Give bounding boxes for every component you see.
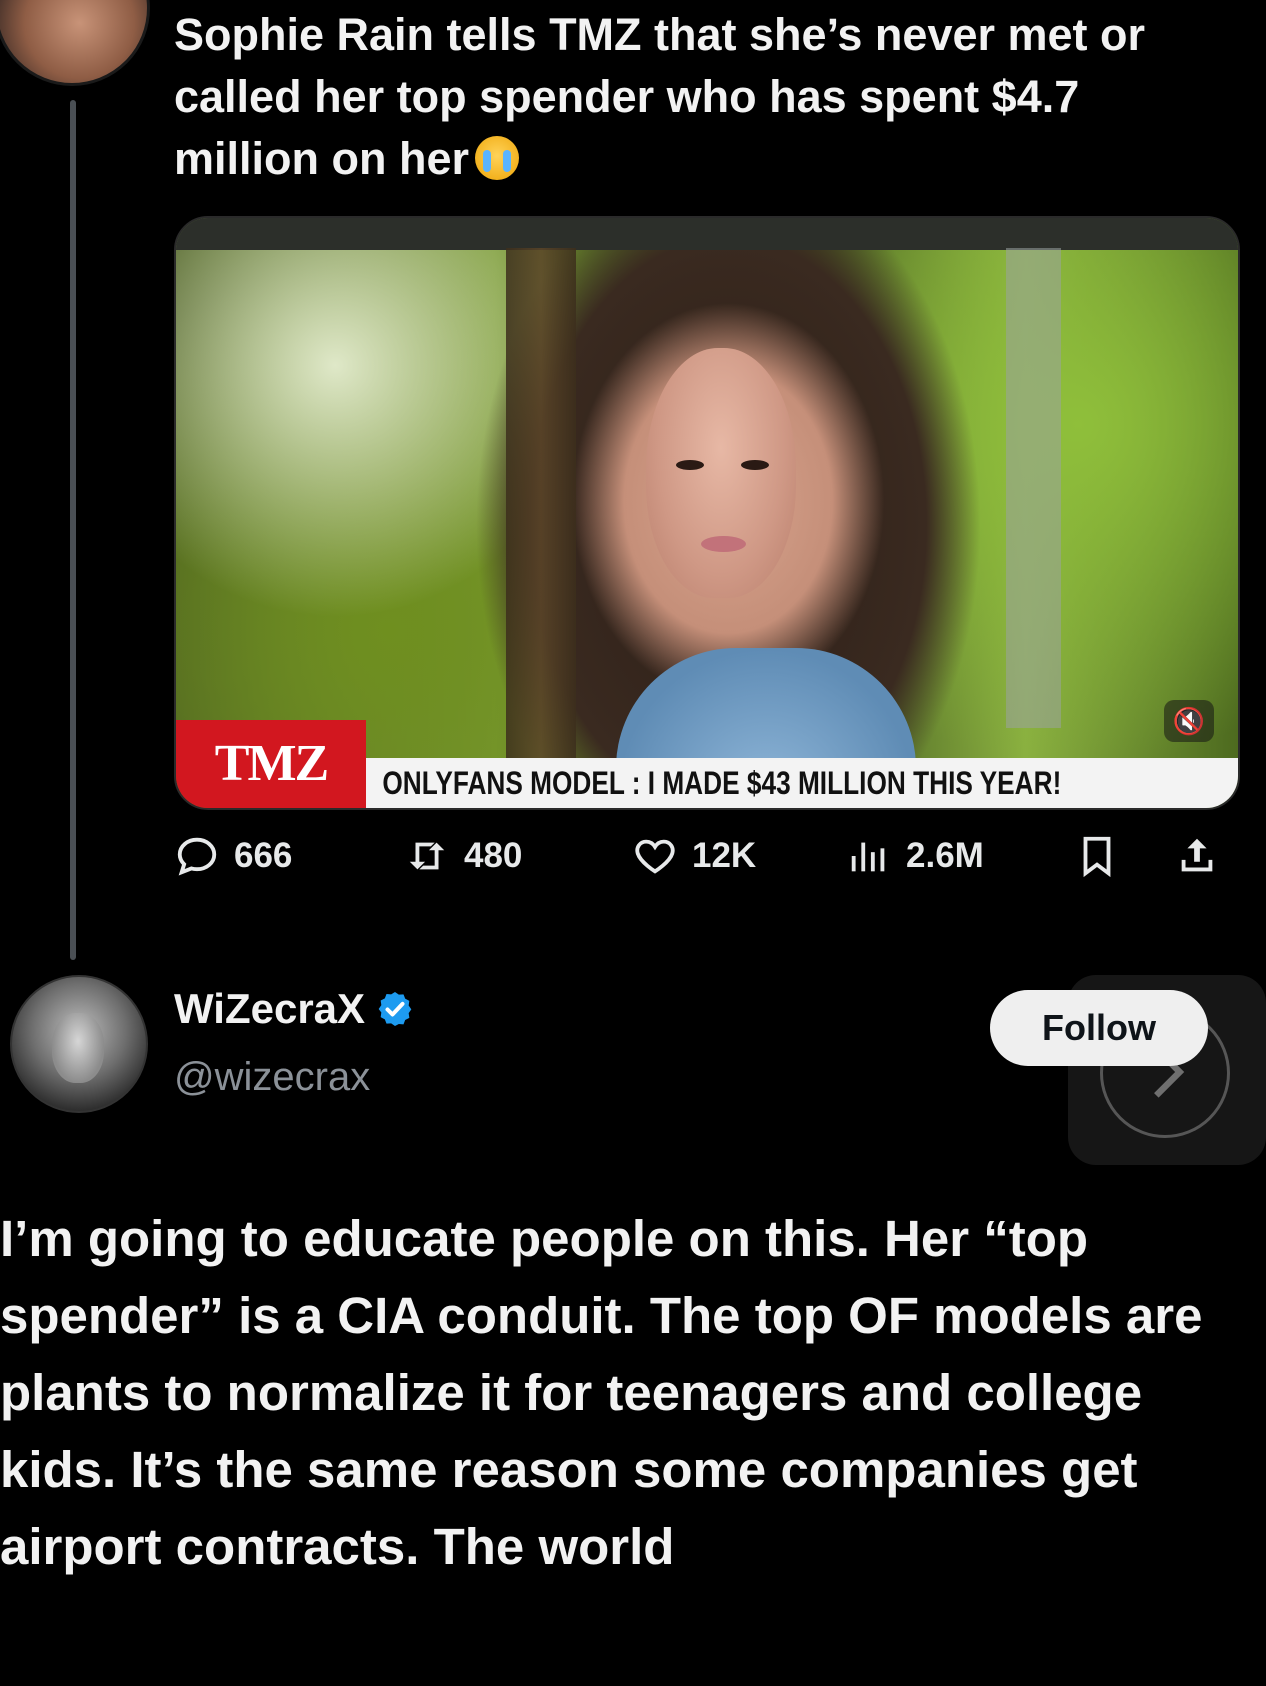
view-count: 2.6M bbox=[906, 836, 984, 875]
verified-badge-icon bbox=[378, 992, 412, 1026]
tmz-logo: TMZ bbox=[176, 720, 366, 808]
reply-button[interactable]: 666 bbox=[174, 826, 292, 886]
repost-button[interactable]: 480 bbox=[404, 826, 522, 886]
reply-avatar[interactable] bbox=[10, 975, 148, 1113]
repost-count: 480 bbox=[464, 836, 523, 875]
parent-tweet-text: Sophie Rain tells TMZ that she’s never m… bbox=[174, 4, 1234, 190]
tweet-action-bar: 666 480 12K 2.6M bbox=[174, 826, 1234, 886]
like-button[interactable]: 12K bbox=[632, 826, 756, 886]
chyron-text: ONLYFANS MODEL : I MADE $43 MILLION THIS… bbox=[366, 758, 1238, 808]
parent-avatar[interactable] bbox=[0, 0, 150, 86]
right-eye bbox=[741, 460, 769, 470]
share-icon bbox=[1181, 838, 1213, 872]
bookmark-button[interactable] bbox=[1074, 826, 1134, 886]
thread-connector-line bbox=[70, 100, 76, 960]
user-handle[interactable]: @wizecrax bbox=[174, 1055, 370, 1100]
reply-icon bbox=[177, 837, 217, 876]
heart-icon bbox=[635, 839, 675, 874]
parent-tweet-body: Sophie Rain tells TMZ that she’s never m… bbox=[174, 9, 1146, 184]
views-chart-icon bbox=[851, 842, 885, 872]
share-button[interactable] bbox=[1174, 826, 1234, 886]
video-top-border bbox=[176, 218, 1238, 250]
reply-tweet-text: I’m going to educate people on this. Her… bbox=[0, 1210, 1203, 1575]
bookmark-icon bbox=[1083, 836, 1111, 878]
news-chyron: ONLYFANS MODEL : I MADE $43 MILLION THIS… bbox=[176, 700, 1238, 808]
left-eye bbox=[676, 460, 704, 470]
repost-icon bbox=[409, 842, 445, 870]
tweet-video[interactable]: 🔇 ONLYFANS MODEL : I MADE $43 MILLION TH… bbox=[174, 216, 1240, 810]
background-pillar bbox=[1006, 248, 1061, 728]
display-name[interactable]: WiZecraX bbox=[174, 985, 365, 1032]
lips bbox=[701, 536, 746, 552]
person-face bbox=[646, 348, 796, 598]
reply-author[interactable]: WiZecraX bbox=[174, 985, 415, 1033]
reply-count: 666 bbox=[234, 836, 293, 875]
like-count: 12K bbox=[692, 836, 757, 875]
views-button[interactable]: 2.6M bbox=[846, 826, 984, 886]
follow-button[interactable]: Follow bbox=[990, 990, 1208, 1066]
loudly-crying-face-icon bbox=[475, 136, 520, 180]
